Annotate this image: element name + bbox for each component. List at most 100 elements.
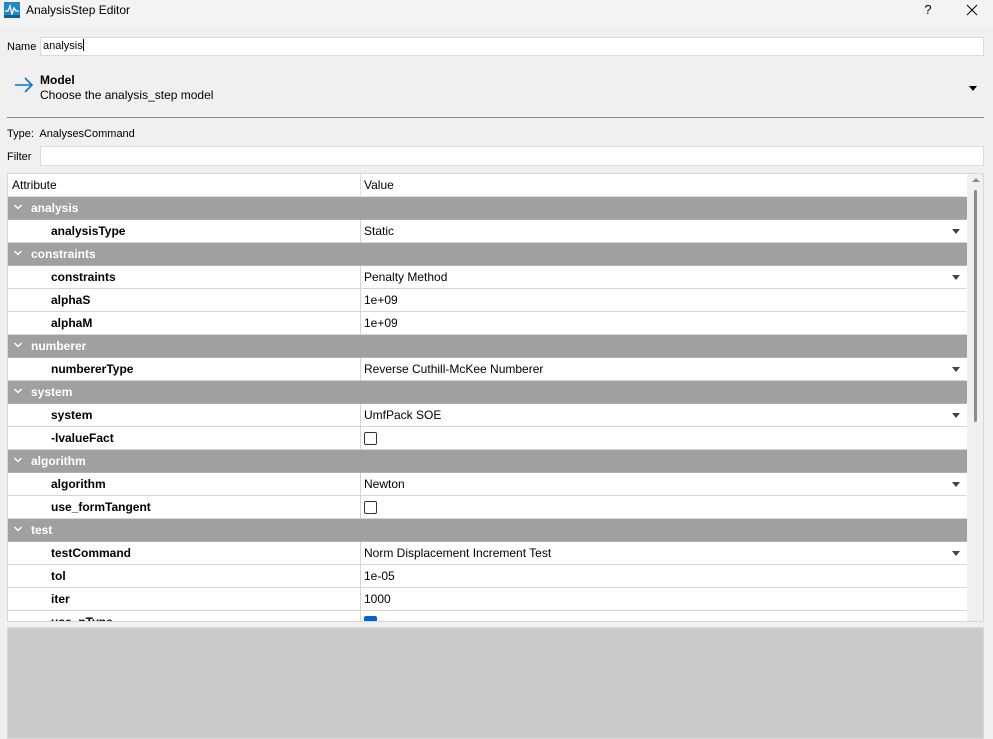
value-field[interactable]: 1e+09 bbox=[364, 293, 398, 307]
group-row[interactable]: system bbox=[8, 381, 967, 404]
type-label: Type: bbox=[7, 128, 34, 140]
value-field[interactable]: 1e+09 bbox=[364, 316, 398, 330]
vertical-scrollbar[interactable] bbox=[967, 174, 983, 621]
value-dropdown[interactable]: Static bbox=[364, 224, 394, 238]
filter-input[interactable] bbox=[40, 146, 984, 166]
chevron-down-icon[interactable] bbox=[13, 340, 23, 350]
column-divider bbox=[360, 174, 361, 197]
attribute-name: constraints bbox=[51, 270, 116, 284]
type-value: AnalysesCommand bbox=[39, 128, 135, 140]
value-checkbox[interactable] bbox=[364, 501, 377, 514]
group-row[interactable]: constraints bbox=[8, 243, 967, 266]
group-row[interactable]: algorithm bbox=[8, 450, 967, 473]
table-header: Attribute Value bbox=[8, 174, 967, 197]
column-divider bbox=[360, 565, 361, 587]
value-field[interactable]: 1e-05 bbox=[364, 569, 395, 583]
text-cursor bbox=[82, 39, 84, 51]
chevron-down-icon[interactable] bbox=[13, 455, 23, 465]
table-row[interactable]: use_pType bbox=[8, 611, 967, 622]
column-divider bbox=[360, 404, 361, 426]
attribute-name: tol bbox=[51, 569, 66, 583]
attribute-name: algorithm bbox=[51, 477, 106, 491]
attribute-name: numbererType bbox=[51, 362, 134, 376]
app-icon bbox=[4, 2, 20, 18]
table-row[interactable]: analysisType Static bbox=[8, 220, 967, 243]
help-button[interactable]: ? bbox=[918, 0, 938, 20]
table-row[interactable]: constraints Penalty Method bbox=[8, 266, 967, 289]
table-rows: analysis analysisType Static constraints con… bbox=[8, 197, 967, 622]
column-divider bbox=[360, 427, 361, 449]
group-label: system bbox=[31, 385, 73, 399]
table-row[interactable]: system UmfPack SOE bbox=[8, 404, 967, 427]
column-divider bbox=[360, 496, 361, 518]
attribute-name: testCommand bbox=[51, 546, 132, 560]
name-label: Name bbox=[7, 41, 37, 53]
attribute-name: alphaS bbox=[51, 293, 91, 307]
attribute-name: analysisType bbox=[51, 224, 126, 238]
model-subtitle: Choose the analysis_step model bbox=[40, 88, 214, 102]
column-header-attribute[interactable]: Attribute bbox=[12, 178, 57, 192]
chevron-down-icon[interactable] bbox=[13, 202, 23, 212]
separator bbox=[7, 117, 984, 118]
table-row[interactable]: algorithm Newton bbox=[8, 473, 967, 496]
value-dropdown[interactable]: Reverse Cuthill-McKee Numberer bbox=[364, 362, 543, 376]
value-dropdown[interactable]: Penalty Method bbox=[364, 270, 447, 284]
value-checkbox[interactable] bbox=[364, 616, 377, 621]
column-divider bbox=[360, 266, 361, 288]
value-dropdown[interactable]: Newton bbox=[364, 477, 405, 491]
group-label: test bbox=[31, 523, 53, 537]
attribute-name: use_pType bbox=[51, 615, 113, 622]
triangle-down-icon[interactable] bbox=[952, 413, 960, 418]
column-divider bbox=[360, 473, 361, 495]
attribute-name: alphaM bbox=[51, 316, 93, 330]
group-label: numberer bbox=[31, 339, 87, 353]
group-label: algorithm bbox=[31, 454, 86, 468]
triangle-down-icon[interactable] bbox=[952, 551, 960, 556]
type-info: Type: AnalysesCommand bbox=[7, 128, 135, 140]
value-dropdown[interactable]: UmfPack SOE bbox=[364, 408, 441, 422]
filter-label: Filter bbox=[7, 151, 32, 163]
arrow-right-icon bbox=[13, 75, 35, 95]
close-icon bbox=[966, 4, 978, 16]
triangle-down-icon bbox=[969, 86, 977, 91]
group-label: constraints bbox=[31, 247, 96, 261]
column-divider bbox=[360, 611, 361, 621]
triangle-down-icon[interactable] bbox=[952, 275, 960, 280]
attribute-name: use_formTangent bbox=[51, 500, 151, 514]
table-row[interactable]: alphaS 1e+09 bbox=[8, 289, 967, 312]
group-row[interactable]: numberer bbox=[8, 335, 967, 358]
table-row[interactable]: numbererType Reverse Cuthill-McKee Number… bbox=[8, 358, 967, 381]
group-row[interactable]: test bbox=[8, 519, 967, 542]
table-row[interactable]: -lvalueFact bbox=[8, 427, 967, 450]
chevron-down-icon[interactable] bbox=[13, 386, 23, 396]
column-divider bbox=[360, 588, 361, 610]
column-header-value[interactable]: Value bbox=[364, 178, 394, 192]
value-field[interactable]: 1000 bbox=[364, 592, 391, 606]
close-button[interactable] bbox=[958, 0, 986, 20]
scrollbar-thumb[interactable] bbox=[974, 190, 977, 422]
chevron-down-icon[interactable] bbox=[13, 524, 23, 534]
group-row[interactable]: analysis bbox=[8, 197, 967, 220]
window-title: AnalysisStep Editor bbox=[26, 3, 131, 17]
table-row[interactable]: use_formTangent bbox=[8, 496, 967, 519]
triangle-down-icon[interactable] bbox=[952, 482, 960, 487]
model-dropdown-button[interactable] bbox=[966, 82, 980, 92]
value-checkbox[interactable] bbox=[364, 432, 377, 445]
chevron-down-icon[interactable] bbox=[13, 248, 23, 258]
scroll-up-icon[interactable] bbox=[972, 178, 980, 182]
value-dropdown[interactable]: Norm Displacement Increment Test bbox=[364, 546, 551, 560]
attribute-name: -lvalueFact bbox=[51, 431, 114, 445]
table-row[interactable]: testCommand Norm Displacement Increment T… bbox=[8, 542, 967, 565]
column-divider bbox=[360, 542, 361, 564]
table-row[interactable]: tol 1e-05 bbox=[8, 565, 967, 588]
description-panel bbox=[7, 627, 984, 739]
triangle-down-icon[interactable] bbox=[952, 367, 960, 372]
name-input[interactable]: analysis bbox=[40, 37, 984, 56]
column-divider bbox=[360, 358, 361, 380]
triangle-down-icon[interactable] bbox=[952, 229, 960, 234]
table-row[interactable]: iter 1000 bbox=[8, 588, 967, 611]
table-row[interactable]: alphaM 1e+09 bbox=[8, 312, 967, 335]
group-label: analysis bbox=[31, 201, 79, 215]
column-divider bbox=[360, 289, 361, 311]
column-divider bbox=[360, 220, 361, 242]
